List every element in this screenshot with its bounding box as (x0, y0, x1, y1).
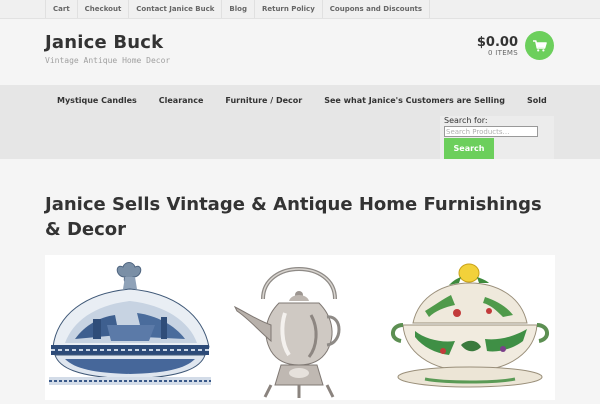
top-link-checkout[interactable]: Checkout (76, 0, 129, 18)
shopping-cart-icon (532, 39, 547, 51)
majolica-tureen-image (385, 255, 555, 400)
top-link-contact[interactable]: Contact Janice Buck (128, 0, 221, 18)
site-title[interactable]: Janice Buck (45, 32, 163, 53)
top-link-blog[interactable]: Blog (221, 0, 254, 18)
nav-menu: Mystique Candles Clearance Furniture / D… (46, 85, 558, 116)
product-grid (45, 255, 555, 400)
blue-willow-tureen-image (45, 255, 215, 400)
search-label: Search for: (444, 116, 488, 125)
top-bar: Cart Checkout Contact Janice Buck Blog R… (0, 0, 600, 19)
cart-total[interactable]: $0.00 (477, 35, 518, 50)
site-tagline: Vintage Antique Home Decor (45, 56, 171, 65)
page-title: Janice Sells Vintage & Antique Home Furn… (45, 194, 542, 240)
product-card[interactable] (45, 255, 215, 400)
top-link-cart[interactable]: Cart (45, 0, 77, 18)
nav-item-mystique-candles[interactable]: Mystique Candles (46, 85, 148, 116)
product-card[interactable] (385, 255, 555, 400)
nav-item-clearance[interactable]: Clearance (148, 85, 215, 116)
nav-item-sold[interactable]: Sold (516, 85, 558, 116)
top-link-coupons[interactable]: Coupons and Discounts (321, 0, 431, 18)
product-card[interactable] (215, 255, 385, 400)
top-link-return-policy[interactable]: Return Policy (253, 0, 322, 18)
cart-button[interactable] (525, 31, 554, 60)
search-button[interactable]: Search (444, 138, 494, 159)
silver-kettle-image (215, 255, 385, 400)
top-links: Cart Checkout Contact Janice Buck Blog R… (45, 0, 431, 18)
nav-item-furniture-decor[interactable]: Furniture / Decor (214, 85, 313, 116)
main-nav: Mystique Candles Clearance Furniture / D… (0, 85, 600, 159)
nav-item-customers-selling[interactable]: See what Janice's Customers are Selling (313, 85, 516, 116)
cart-item-count[interactable]: 0 ITEMS (488, 49, 518, 57)
search-input[interactable] (444, 126, 538, 137)
